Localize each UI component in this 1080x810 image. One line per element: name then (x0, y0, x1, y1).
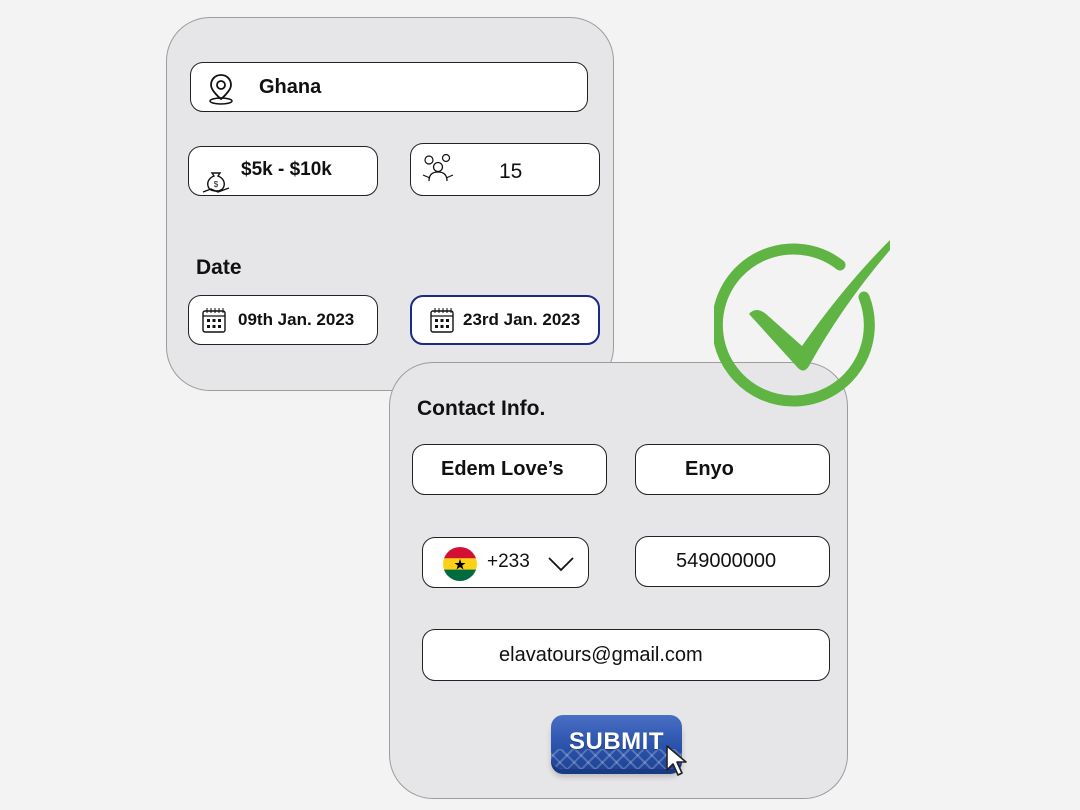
calendar-icon (202, 308, 226, 333)
map-pin-icon (209, 74, 233, 105)
first-name-field[interactable]: Edem Love’s (412, 444, 607, 495)
phone-field[interactable]: 549000000 (635, 536, 830, 587)
calendar-icon (430, 308, 454, 333)
group-icon (422, 153, 454, 182)
first-name-value: Edem Love’s (441, 458, 564, 480)
contact-info-title: Contact Info. (417, 397, 546, 420)
last-name-field[interactable]: Enyo (635, 444, 830, 495)
budget-field[interactable]: $ $5k - $10k (188, 146, 378, 196)
money-bag-icon: $ (202, 172, 230, 193)
submit-button[interactable]: SUBMIT (551, 715, 682, 769)
start-date-value: 09th Jan. 2023 (238, 310, 355, 329)
svg-text:$: $ (214, 180, 219, 189)
location-field[interactable]: Ghana (190, 62, 588, 112)
ghana-flag-icon (443, 547, 477, 581)
location-value: Ghana (259, 76, 322, 98)
end-date-value: 23rd Jan. 2023 (463, 310, 581, 329)
budget-value: $5k - $10k (241, 159, 332, 180)
email-field[interactable]: elavatours@gmail.com (422, 629, 830, 681)
last-name-value: Enyo (685, 458, 734, 480)
country-code-select[interactable]: +233 (422, 537, 589, 588)
end-date-field[interactable]: 23rd Jan. 2023 (410, 295, 600, 345)
email-value: elavatours@gmail.com (499, 644, 703, 666)
chevron-down-icon (548, 557, 574, 572)
submit-label: SUBMIT (569, 728, 664, 755)
phone-value: 549000000 (676, 550, 777, 572)
start-date-field[interactable]: 09th Jan. 2023 (188, 295, 378, 345)
travelers-field[interactable]: 15 (410, 143, 600, 196)
travelers-value: 15 (499, 160, 523, 183)
country-code-value: +233 (487, 551, 530, 572)
check-circle-icon (714, 240, 890, 407)
date-label: Date (196, 256, 242, 279)
pointer-cursor-icon (666, 745, 687, 776)
